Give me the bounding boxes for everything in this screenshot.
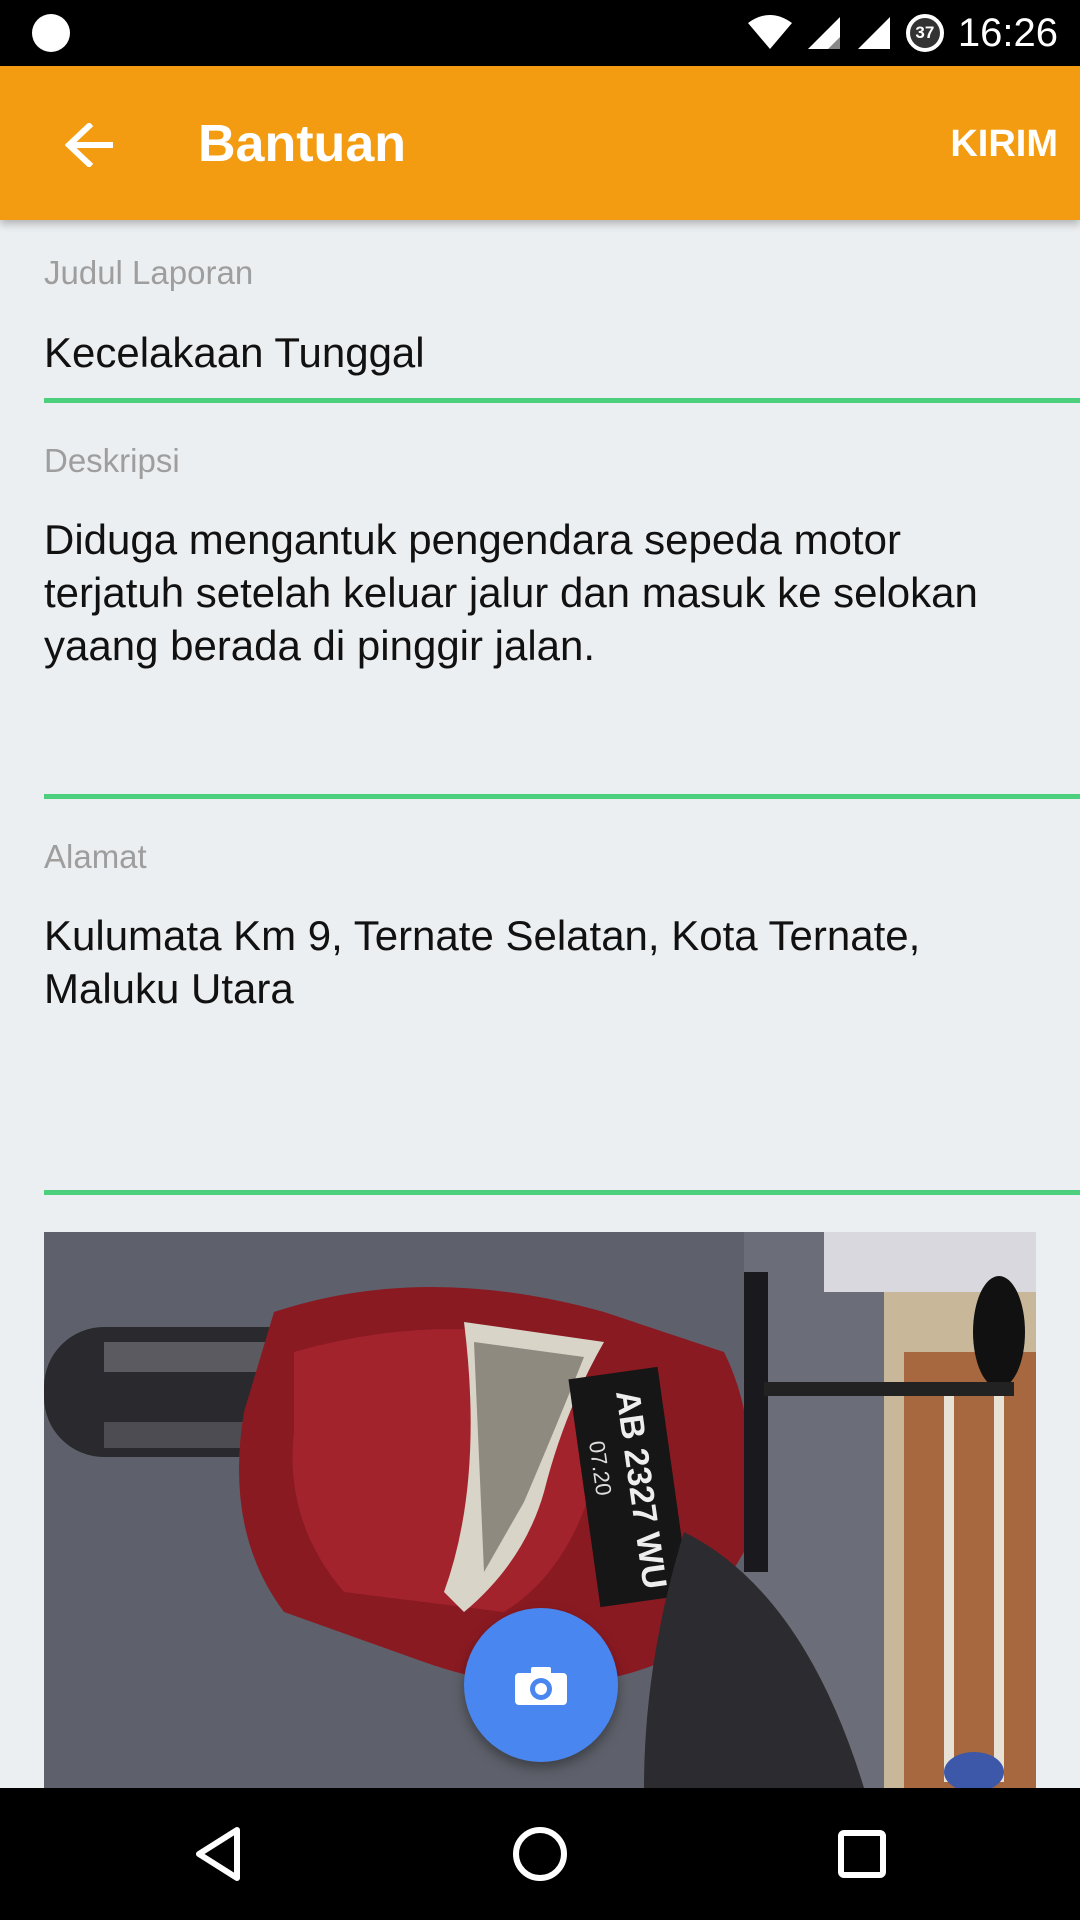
app-bar: Bantuan KIRIM: [0, 66, 1080, 220]
nav-home-button[interactable]: [510, 1824, 570, 1884]
address-field[interactable]: Kulumata Km 9, Ternate Selatan, Kota Ter…: [44, 909, 1040, 1015]
battery-level: 37: [909, 18, 940, 48]
nav-back-button[interactable]: [188, 1824, 248, 1884]
description-field-label: Deskripsi: [44, 442, 180, 479]
title-field-underline: [44, 398, 1080, 403]
page-title: Bantuan: [198, 115, 406, 173]
arrow-left-icon: [65, 123, 113, 167]
status-icons: 37 16:26: [747, 0, 1058, 66]
send-button[interactable]: KIRIM: [950, 118, 1058, 170]
nav-recents-button[interactable]: [832, 1824, 892, 1884]
notification-dot-icon: [32, 14, 70, 52]
wifi-icon: [747, 15, 792, 49]
recents-square-icon: [838, 1830, 886, 1878]
address-field-label: Alamat: [44, 838, 147, 875]
navigation-bar: [0, 1788, 1080, 1920]
battery-icon: 37: [905, 14, 944, 52]
title-field[interactable]: Kecelakaan Tunggal: [44, 326, 1040, 379]
description-field-underline: [44, 794, 1080, 799]
status-bar: 37 16:26: [0, 0, 1080, 66]
back-triangle-icon: [196, 1827, 240, 1881]
signal-icon: [807, 17, 840, 49]
camera-button[interactable]: [464, 1608, 618, 1762]
description-field[interactable]: Diduga mengantuk pengendara sepeda motor…: [44, 513, 1040, 672]
camera-icon: [515, 1667, 567, 1705]
clock: 16:26: [957, 10, 1058, 55]
home-circle-icon: [513, 1827, 567, 1881]
back-button[interactable]: [50, 106, 128, 184]
signal-icon: [857, 17, 890, 49]
title-field-label: Judul Laporan: [44, 254, 254, 291]
address-field-underline: [44, 1190, 1080, 1195]
